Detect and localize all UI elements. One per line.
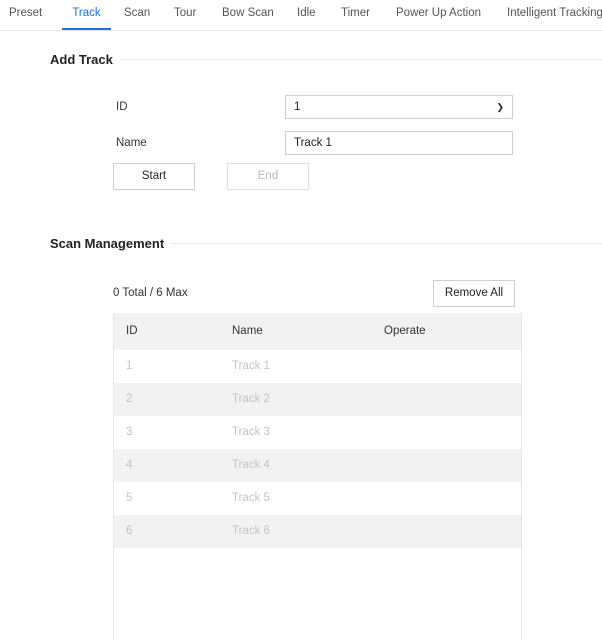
name-field[interactable]: Track 1 [285, 131, 513, 155]
row-id: 4 [126, 459, 133, 471]
tab-idle[interactable]: Idle [297, 0, 316, 28]
count-text: 0 Total / 6 Max [113, 287, 188, 299]
tab-power-up-action[interactable]: Power Up Action [396, 0, 481, 28]
row-id: 1 [126, 360, 133, 372]
row-id: 3 [126, 426, 133, 438]
start-button[interactable]: Start [113, 163, 195, 190]
table-row[interactable]: 2 Track 2 [114, 383, 521, 416]
row-name: Track 6 [232, 525, 270, 537]
table-row[interactable]: 5 Track 5 [114, 482, 521, 515]
row-name: Track 2 [232, 393, 270, 405]
tab-preset[interactable]: Preset [9, 0, 42, 28]
add-track-title: Add Track [50, 52, 113, 67]
name-label: Name [116, 137, 147, 149]
remove-all-button[interactable]: Remove All [433, 280, 515, 307]
id-select[interactable]: 1 ❯ [285, 95, 513, 119]
scan-management-divider [172, 243, 602, 244]
row-name: Track 4 [232, 459, 270, 471]
table-header: ID Name Operate [114, 313, 521, 350]
chevron-down-icon: ❯ [496, 102, 504, 112]
row-name: Track 5 [232, 492, 270, 504]
column-header-name: Name [232, 325, 263, 337]
tab-timer[interactable]: Timer [341, 0, 370, 28]
row-id: 5 [126, 492, 133, 504]
column-header-operate: Operate [384, 325, 426, 337]
add-track-divider [120, 59, 602, 60]
column-header-id: ID [126, 325, 138, 337]
id-select-value: 1 [294, 101, 301, 113]
tab-tour[interactable]: Tour [174, 0, 196, 28]
row-id: 6 [126, 525, 133, 537]
tab-intelligent-tracking[interactable]: Intelligent Tracking [507, 0, 602, 28]
table-row[interactable]: 1 Track 1 [114, 350, 521, 383]
tab-scan[interactable]: Scan [124, 0, 150, 28]
table-row[interactable]: 3 Track 3 [114, 416, 521, 449]
row-name: Track 1 [232, 360, 270, 372]
tab-bow-scan[interactable]: Bow Scan [222, 0, 274, 28]
tab-bar: Preset Track Scan Tour Bow Scan Idle Tim… [0, 0, 602, 31]
track-table: ID Name Operate 1 Track 1 2 Track 2 3 Tr… [113, 313, 522, 640]
row-id: 2 [126, 393, 133, 405]
table-row[interactable]: 4 Track 4 [114, 449, 521, 482]
table-row[interactable]: 6 Track 6 [114, 515, 521, 548]
row-name: Track 3 [232, 426, 270, 438]
scan-management-title: Scan Management [50, 236, 165, 251]
end-button[interactable]: End [227, 163, 309, 190]
tab-track[interactable]: Track [62, 0, 111, 30]
id-label: ID [116, 101, 128, 113]
